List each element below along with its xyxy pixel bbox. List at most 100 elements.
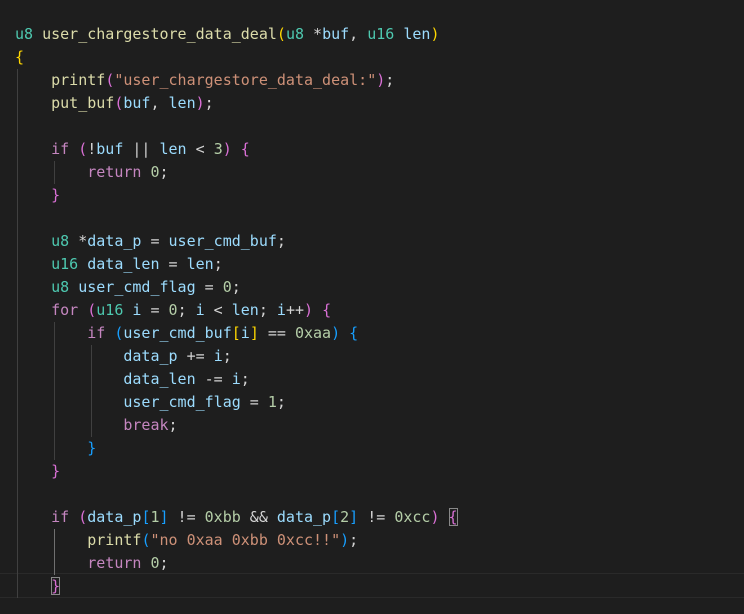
code-token: ; <box>222 347 232 365</box>
code-line[interactable]: } <box>15 575 61 598</box>
code-token: -= <box>195 370 232 388</box>
code-token: ; <box>276 393 286 411</box>
code-token: 0xaa <box>294 324 332 342</box>
code-token: user_cmd_buf <box>123 324 232 342</box>
code-line[interactable]: user_cmd_flag = 1; <box>15 391 286 414</box>
code-token: 3 <box>213 140 223 158</box>
code-token: u8 <box>285 25 304 43</box>
code-line[interactable]: for (u16 i = 0; i < len; i++) { <box>15 299 331 322</box>
code-line[interactable]: return 0; <box>15 552 168 575</box>
code-token: data_len <box>123 370 196 388</box>
code-token: == <box>258 324 295 342</box>
code-token: buf <box>322 25 350 43</box>
code-line[interactable]: printf("user_chargestore_data_deal:"); <box>15 69 394 92</box>
code-token: = <box>195 278 223 296</box>
code-line[interactable]: if (data_p[1] != 0xbb && data_p[2] != 0x… <box>15 506 458 529</box>
code-token: ; <box>349 531 359 549</box>
code-token: != <box>168 508 205 526</box>
code-token: u8 <box>51 278 70 296</box>
code-line[interactable]: u8 user_chargestore_data_deal(u8 *buf, u… <box>15 23 439 46</box>
code-token: ( <box>276 25 286 43</box>
code-line[interactable]: u8 *data_p = user_cmd_buf; <box>15 230 286 253</box>
code-token: = <box>240 393 268 411</box>
code-line[interactable]: if (!buf || len < 3) { <box>15 138 250 161</box>
code-token: i <box>231 370 241 388</box>
code-line[interactable]: } <box>15 437 96 460</box>
code-token: = <box>141 301 169 319</box>
code-line[interactable]: u16 data_len = len; <box>15 253 223 276</box>
code-token: < <box>186 140 214 158</box>
code-token: i <box>276 301 286 319</box>
code-token: 0 <box>150 163 160 181</box>
code-token: < <box>204 301 232 319</box>
code-token: for <box>51 301 79 319</box>
code-token: ) <box>195 94 205 112</box>
code-token: ) <box>376 71 386 89</box>
code-token: u16 <box>367 25 395 43</box>
code-token: += <box>177 347 214 365</box>
code-token: { <box>349 324 359 342</box>
code-token: ) <box>331 324 341 342</box>
code-token: , <box>150 94 169 112</box>
code-token: = <box>159 255 187 273</box>
code-line[interactable]: u8 user_cmd_flag = 0; <box>15 276 241 299</box>
code-line[interactable]: printf("no 0xaa 0xbb 0xcc!!"); <box>15 529 358 552</box>
code-token: } <box>87 439 97 457</box>
code-token: len <box>231 301 259 319</box>
code-token: len <box>159 140 187 158</box>
code-token: buf <box>123 94 151 112</box>
code-token: ; <box>177 301 196 319</box>
code-line[interactable]: break; <box>15 414 178 437</box>
code-token: ] <box>249 324 259 342</box>
code-line[interactable]: } <box>15 184 60 207</box>
code-line[interactable]: put_buf(buf, len); <box>15 92 214 115</box>
code-token: user_cmd_buf <box>168 232 277 250</box>
code-line[interactable]: if (user_cmd_buf[i] == 0xaa) { <box>15 322 358 345</box>
code-token: 2 <box>340 508 350 526</box>
current-line-highlight <box>0 573 744 598</box>
code-token: && <box>240 508 277 526</box>
code-line[interactable]: { <box>15 46 24 69</box>
code-token: u8 <box>15 25 34 43</box>
code-editor[interactable]: u8 user_chargestore_data_deal(u8 *buf, u… <box>0 0 744 614</box>
code-token: ; <box>168 416 178 434</box>
code-token: [ <box>331 508 341 526</box>
code-line[interactable]: data_p += i; <box>15 345 232 368</box>
code-token: printf <box>87 531 142 549</box>
code-token: return <box>87 554 142 572</box>
code-token: data_len <box>87 255 160 273</box>
code-token: ; <box>276 232 286 250</box>
code-token: user_chargestore_data_deal <box>42 25 277 43</box>
code-token: if <box>51 508 70 526</box>
code-line[interactable]: data_len -= i; <box>15 368 250 391</box>
code-token: ; <box>204 94 214 112</box>
code-token: data_p <box>276 508 332 526</box>
code-token: ; <box>385 71 395 89</box>
code-token: "user_chargestore_data_deal:" <box>114 71 377 89</box>
code-token: ] <box>159 508 169 526</box>
code-token: "no 0xaa 0xbb 0xcc!!" <box>150 531 341 549</box>
code-line[interactable]: return 0; <box>15 161 168 184</box>
code-token: ) <box>304 301 314 319</box>
code-token: [ <box>231 324 241 342</box>
code-token: { <box>240 140 250 158</box>
code-token: ; <box>240 370 250 388</box>
code-line[interactable]: } <box>15 460 60 483</box>
